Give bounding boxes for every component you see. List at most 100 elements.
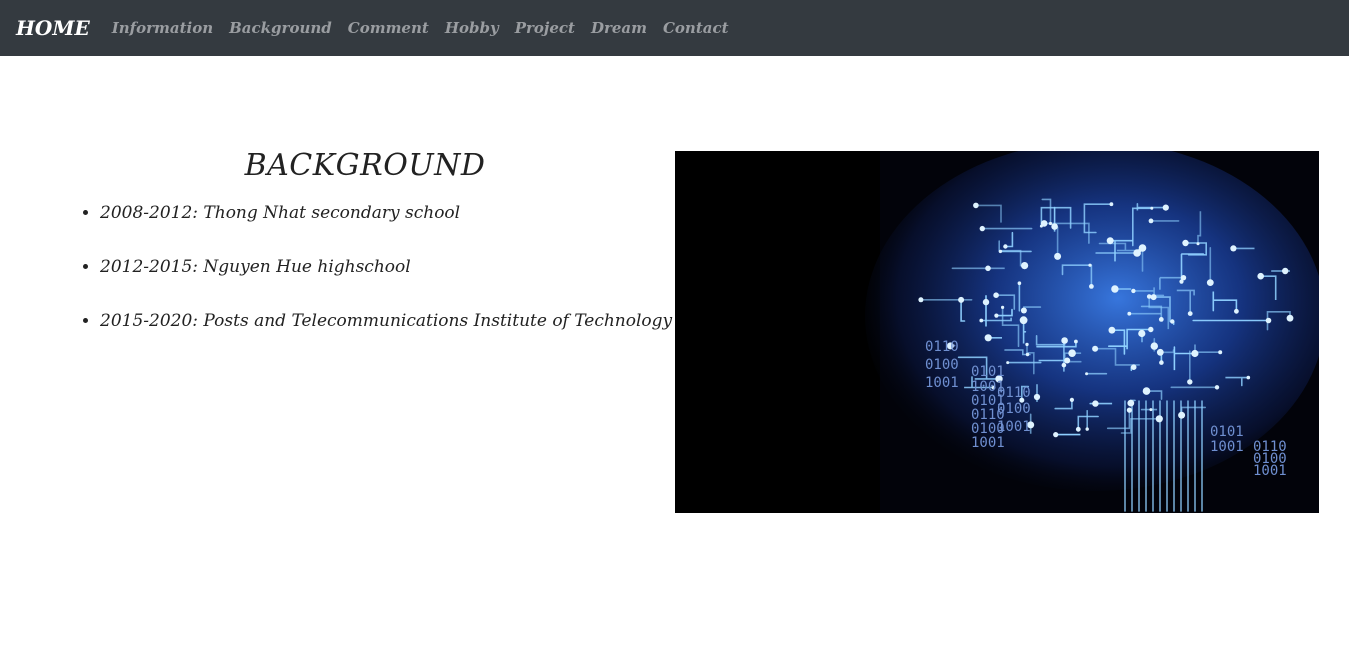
- circuit-node: [1001, 305, 1005, 309]
- background-item: 2012-2015: Nguyen Hue highschool: [100, 255, 670, 279]
- circuit-node: [1051, 223, 1058, 230]
- circuit-node: [1138, 329, 1146, 338]
- circuit-node: [1138, 244, 1147, 252]
- circuit-node: [979, 225, 985, 232]
- circuit-node: [1092, 345, 1099, 352]
- circuit-node: [1126, 407, 1132, 413]
- circuit-node: [918, 297, 924, 303]
- nav-link-comment[interactable]: Comment: [348, 19, 429, 37]
- circuit-node: [1033, 393, 1041, 401]
- circuit-node: [1206, 279, 1214, 286]
- circuit-node: [1127, 399, 1135, 407]
- nav-link-information[interactable]: Information: [112, 19, 213, 37]
- circuit-node: [1106, 237, 1114, 245]
- circuit-node: [973, 202, 979, 209]
- circuit-node: [1156, 348, 1164, 356]
- brain-circuit-image: 0110 0100 1001 0101 1001 0101 0110 0100 1001 0110…: [675, 151, 1319, 513]
- binary-digits: 0100: [997, 401, 1031, 417]
- circuit-node: [1187, 311, 1193, 316]
- circuit-node: [1150, 206, 1154, 210]
- circuit-node: [1282, 267, 1289, 275]
- circuit-node: [1088, 263, 1092, 267]
- circuit-node: [1187, 379, 1193, 385]
- circuit-node: [994, 313, 999, 318]
- circuit-node: [1068, 349, 1076, 357]
- circuit-node: [1148, 218, 1154, 224]
- binary-digits: 1001: [1210, 439, 1244, 455]
- binary-digits: 0101: [971, 364, 1005, 380]
- binary-digits: 1001: [1253, 463, 1287, 479]
- circuit-node: [979, 318, 984, 323]
- circuit-node: [1127, 311, 1132, 316]
- circuit-node: [1182, 239, 1189, 247]
- background-section: BACKGROUND 2008-2012: Thong Nhat seconda…: [60, 148, 672, 363]
- binary-digits: 0100: [925, 357, 959, 373]
- nav-link-contact[interactable]: Contact: [663, 19, 729, 37]
- circuit-node: [1148, 326, 1154, 333]
- circuit-node: [1246, 375, 1251, 380]
- circuit-node: [1158, 317, 1164, 322]
- circuit-node: [1257, 272, 1264, 280]
- nav-link-dream[interactable]: Dream: [591, 19, 647, 37]
- circuit-node: [1159, 360, 1164, 365]
- circuit-node: [1053, 432, 1059, 438]
- background-item: 2008-2012: Thong Nhat secondary school: [100, 201, 670, 225]
- circuit-node: [1021, 262, 1029, 270]
- circuit-node: [982, 298, 990, 306]
- circuit-node: [1234, 308, 1239, 314]
- circuit-node: [1108, 326, 1116, 334]
- binary-digits: 0110: [925, 339, 959, 355]
- circuit-node: [1054, 252, 1062, 260]
- circuit-node: [1286, 314, 1294, 322]
- circuit-node: [1191, 349, 1199, 358]
- circuit-node: [1149, 408, 1153, 412]
- circuit-node: [958, 296, 965, 303]
- circuit-node: [1230, 245, 1237, 252]
- circuit-node: [1039, 224, 1043, 228]
- circuit-node: [1180, 275, 1187, 281]
- circuit-node: [1017, 281, 1022, 285]
- circuit-node: [1075, 426, 1081, 432]
- background-list: 2008-2012: Thong Nhat secondary school 2…: [60, 201, 672, 333]
- binary-digits: 0101: [1210, 424, 1244, 440]
- circuit-node: [998, 249, 1003, 254]
- circuit-node: [1265, 317, 1272, 324]
- circuit-node: [1061, 362, 1067, 368]
- nav-link-background[interactable]: Background: [229, 19, 332, 37]
- circuit-node: [1069, 397, 1074, 402]
- circuit-node: [1150, 342, 1158, 350]
- binary-digits: 0110: [997, 385, 1031, 401]
- binary-digits: 1001: [971, 435, 1005, 451]
- circuit-node: [1150, 294, 1157, 301]
- circuit-node: [1048, 221, 1053, 226]
- circuit-node: [985, 265, 991, 272]
- home-link[interactable]: HOME: [16, 16, 90, 40]
- nav-link-hobby[interactable]: Hobby: [445, 19, 499, 37]
- circuit-node: [1085, 372, 1089, 376]
- binary-digits: 1001: [925, 375, 959, 391]
- circuit-node: [1061, 337, 1068, 344]
- circuit-node: [1142, 387, 1151, 395]
- circuit-node: [1109, 202, 1114, 207]
- circuit-node: [1085, 427, 1089, 431]
- circuit-node: [1064, 357, 1071, 364]
- circuit-node: [1214, 385, 1220, 390]
- section-title: BACKGROUND: [244, 148, 486, 183]
- circuit-node: [1196, 242, 1200, 246]
- binary-digits: 1001: [997, 419, 1031, 435]
- top-navbar: HOME Information Background Comment Hobb…: [0, 0, 1349, 56]
- circuit-node: [1170, 319, 1175, 324]
- circuit-node: [1178, 411, 1186, 419]
- circuit-node: [1130, 364, 1137, 370]
- circuit-node: [993, 292, 999, 298]
- circuit-node: [1155, 415, 1163, 423]
- circuit-node: [1089, 284, 1094, 289]
- circuit-node: [1020, 307, 1027, 314]
- circuit-node: [1218, 350, 1223, 355]
- nav-link-project[interactable]: Project: [515, 19, 575, 37]
- circuit-node: [1025, 352, 1030, 357]
- circuit-node: [1092, 400, 1099, 407]
- circuit-node: [1025, 342, 1029, 347]
- background-item: 2015-2020: Posts and Telecommunications …: [100, 309, 672, 333]
- circuit-node: [1111, 285, 1119, 293]
